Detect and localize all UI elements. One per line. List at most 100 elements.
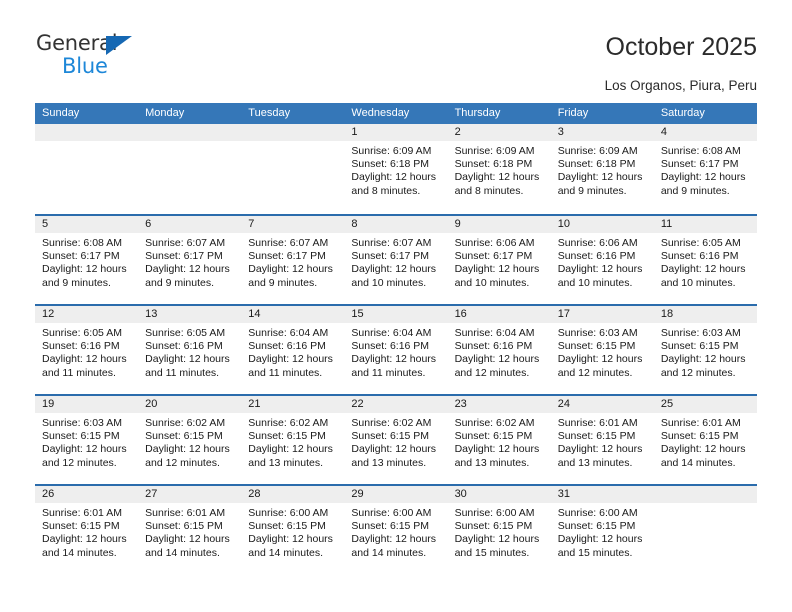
weekday-header-sunday: Sunday <box>42 107 80 119</box>
sunrise-text: Sunrise: 6:00 AM <box>454 507 535 519</box>
calendar-day-cell[interactable]: 18 Sunrise: 6:03 AM Sunset: 6:15 PM Dayligh… <box>653 306 757 394</box>
day-number: 18 <box>653 306 757 323</box>
calendar-day-cell[interactable]: 19 Sunrise: 6:03 AM Sunset: 6:15 PM Dayligh… <box>35 396 139 484</box>
daylight-text: Daylight: 12 hours and 9 minutes. <box>42 263 127 289</box>
weekday-header-friday: Friday <box>557 107 589 119</box>
sunrise-text: Sunrise: 6:08 AM <box>660 145 741 157</box>
daylight-text: Daylight: 12 hours and 14 minutes. <box>145 533 230 559</box>
calendar-day-cell[interactable]: 3 Sunrise: 6:09 AM Sunset: 6:18 PM Daylight… <box>550 124 654 214</box>
sunset-text: Sunset: 6:15 PM <box>454 430 533 443</box>
daylight-text: Daylight: 12 hours and 12 minutes. <box>660 353 746 379</box>
weekday-header-tuesday: Tuesday <box>248 107 291 119</box>
daylight-text: Daylight: 12 hours and 12 minutes. <box>557 353 643 379</box>
calendar-day-cell[interactable]: 28 Sunrise: 6:00 AM Sunset: 6:15 PM Dayligh… <box>241 486 345 574</box>
sunset-text: Sunset: 6:16 PM <box>351 340 430 353</box>
page-header: General Blue October 2025 Los Organos, P… <box>0 0 792 100</box>
sunrise-text: Sunrise: 6:03 AM <box>42 417 122 429</box>
sunset-text: Sunset: 6:17 PM <box>42 250 120 263</box>
calendar-day-cell[interactable]: 11 Sunrise: 6:05 AM Sunset: 6:16 PM Dayligh… <box>653 216 757 304</box>
day-details: Sunrise: 6:07 AM Sunset: 6:17 PM Daylight:… <box>138 233 241 290</box>
calendar-day-cell[interactable]: 26 Sunrise: 6:01 AM Sunset: 6:15 PM Dayligh… <box>35 486 139 574</box>
sunset-text: Sunset: 6:15 PM <box>42 520 120 533</box>
calendar-day-cell[interactable]: 17 Sunrise: 6:03 AM Sunset: 6:15 PM Dayligh… <box>550 306 654 394</box>
day-number <box>653 486 757 503</box>
sunset-text: Sunset: 6:15 PM <box>660 340 739 353</box>
calendar-day-cell[interactable]: 5 Sunrise: 6:08 AM Sunset: 6:17 PM Daylight… <box>35 216 139 304</box>
daylight-text: Daylight: 12 hours and 14 minutes. <box>42 533 127 559</box>
calendar-day-cell[interactable]: 23 Sunrise: 6:02 AM Sunset: 6:15 PM Dayligh… <box>447 396 551 484</box>
calendar-day-cell[interactable]: 31 Sunrise: 6:00 AM Sunset: 6:15 PM Dayligh… <box>550 486 654 574</box>
sunset-text: Sunset: 6:15 PM <box>145 520 223 533</box>
calendar-day-cell[interactable]: 1 Sunrise: 6:09 AM Sunset: 6:18 PM Daylight… <box>344 124 448 214</box>
calendar-day-cell-empty <box>138 124 242 214</box>
sunrise-text: Sunrise: 6:00 AM <box>351 507 432 519</box>
calendar-day-cell[interactable]: 4 Sunrise: 6:08 AM Sunset: 6:17 PM Daylight… <box>653 124 757 214</box>
sunrise-text: Sunrise: 6:02 AM <box>351 417 432 429</box>
calendar-day-cell[interactable]: 20 Sunrise: 6:02 AM Sunset: 6:15 PM Dayligh… <box>138 396 242 484</box>
sunset-text: Sunset: 6:17 PM <box>454 250 533 263</box>
day-details: Sunrise: 6:00 AM Sunset: 6:15 PM Daylight:… <box>551 503 654 560</box>
day-details: Sunrise: 6:06 AM Sunset: 6:17 PM Daylight:… <box>448 233 551 290</box>
day-number: 3 <box>550 124 654 141</box>
day-number <box>138 124 242 141</box>
sunrise-text: Sunrise: 6:06 AM <box>557 237 638 249</box>
day-number: 19 <box>35 396 139 413</box>
weekday-header-thursday: Thursday <box>454 107 501 119</box>
sunset-text: Sunset: 6:15 PM <box>351 520 430 533</box>
daylight-text: Daylight: 12 hours and 11 minutes. <box>351 353 437 379</box>
sunrise-text: Sunrise: 6:09 AM <box>454 145 535 157</box>
daylight-text: Daylight: 12 hours and 14 minutes. <box>351 533 437 559</box>
day-details: Sunrise: 6:00 AM Sunset: 6:15 PM Daylight:… <box>241 503 344 560</box>
sunset-text: Sunset: 6:15 PM <box>454 520 533 533</box>
general-blue-logo[interactable]: General Blue <box>36 32 156 84</box>
day-number: 26 <box>35 486 139 503</box>
day-details: Sunrise: 6:01 AM Sunset: 6:15 PM Daylight:… <box>654 413 757 470</box>
calendar-week-row: 12 Sunrise: 6:05 AM Sunset: 6:16 PM Dayligh… <box>35 304 757 394</box>
calendar-day-cell[interactable]: 30 Sunrise: 6:00 AM Sunset: 6:15 PM Dayligh… <box>447 486 551 574</box>
sunrise-text: Sunrise: 6:01 AM <box>557 417 638 429</box>
calendar-day-cell[interactable]: 14 Sunrise: 6:04 AM Sunset: 6:16 PM Dayligh… <box>241 306 345 394</box>
daylight-text: Daylight: 12 hours and 11 minutes. <box>42 353 127 379</box>
calendar-weeks: 1 Sunrise: 6:09 AM Sunset: 6:18 PM Daylight… <box>35 124 757 574</box>
day-number: 23 <box>447 396 551 413</box>
daylight-text: Daylight: 12 hours and 9 minutes. <box>660 171 746 197</box>
calendar-day-cell[interactable]: 29 Sunrise: 6:00 AM Sunset: 6:15 PM Dayligh… <box>344 486 448 574</box>
sunrise-text: Sunrise: 6:09 AM <box>557 145 638 157</box>
sunrise-text: Sunrise: 6:01 AM <box>42 507 122 519</box>
sunrise-text: Sunrise: 6:06 AM <box>454 237 535 249</box>
calendar-day-cell[interactable]: 27 Sunrise: 6:01 AM Sunset: 6:15 PM Dayligh… <box>138 486 242 574</box>
calendar-day-cell[interactable]: 24 Sunrise: 6:01 AM Sunset: 6:15 PM Dayligh… <box>550 396 654 484</box>
calendar-day-cell[interactable]: 7 Sunrise: 6:07 AM Sunset: 6:17 PM Daylight… <box>241 216 345 304</box>
day-number: 4 <box>653 124 757 141</box>
day-number: 13 <box>138 306 242 323</box>
day-number: 27 <box>138 486 242 503</box>
calendar-day-cell[interactable]: 21 Sunrise: 6:02 AM Sunset: 6:15 PM Dayligh… <box>241 396 345 484</box>
calendar-day-cell[interactable]: 25 Sunrise: 6:01 AM Sunset: 6:15 PM Dayligh… <box>653 396 757 484</box>
day-details: Sunrise: 6:02 AM Sunset: 6:15 PM Daylight:… <box>448 413 551 470</box>
day-number: 14 <box>241 306 345 323</box>
sunset-text: Sunset: 6:17 PM <box>248 250 326 263</box>
day-number: 10 <box>550 216 654 233</box>
calendar-day-cell[interactable]: 9 Sunrise: 6:06 AM Sunset: 6:17 PM Daylight… <box>447 216 551 304</box>
calendar-day-cell[interactable]: 10 Sunrise: 6:06 AM Sunset: 6:16 PM Dayligh… <box>550 216 654 304</box>
day-number: 1 <box>344 124 448 141</box>
calendar-day-cell[interactable]: 8 Sunrise: 6:07 AM Sunset: 6:17 PM Daylight… <box>344 216 448 304</box>
daylight-text: Daylight: 12 hours and 15 minutes. <box>557 533 643 559</box>
day-number: 9 <box>447 216 551 233</box>
daylight-text: Daylight: 12 hours and 14 minutes. <box>660 443 746 469</box>
sunset-text: Sunset: 6:17 PM <box>351 250 430 263</box>
calendar-day-cell[interactable]: 15 Sunrise: 6:04 AM Sunset: 6:16 PM Dayligh… <box>344 306 448 394</box>
daylight-text: Daylight: 12 hours and 12 minutes. <box>42 443 127 469</box>
calendar-day-cell[interactable]: 6 Sunrise: 6:07 AM Sunset: 6:17 PM Daylight… <box>138 216 242 304</box>
daylight-text: Daylight: 12 hours and 10 minutes. <box>557 263 643 289</box>
daylight-text: Daylight: 12 hours and 10 minutes. <box>351 263 437 289</box>
calendar-day-cell[interactable]: 13 Sunrise: 6:05 AM Sunset: 6:16 PM Dayligh… <box>138 306 242 394</box>
calendar-day-cell[interactable]: 2 Sunrise: 6:09 AM Sunset: 6:18 PM Daylight… <box>447 124 551 214</box>
day-details: Sunrise: 6:07 AM Sunset: 6:17 PM Daylight:… <box>241 233 344 290</box>
calendar-day-cell[interactable]: 12 Sunrise: 6:05 AM Sunset: 6:16 PM Dayligh… <box>35 306 139 394</box>
sunset-text: Sunset: 6:16 PM <box>454 340 533 353</box>
calendar-day-cell[interactable]: 16 Sunrise: 6:04 AM Sunset: 6:16 PM Dayligh… <box>447 306 551 394</box>
calendar-day-cell[interactable]: 22 Sunrise: 6:02 AM Sunset: 6:15 PM Dayligh… <box>344 396 448 484</box>
calendar-day-cell-empty <box>241 124 345 214</box>
daylight-text: Daylight: 12 hours and 10 minutes. <box>660 263 746 289</box>
